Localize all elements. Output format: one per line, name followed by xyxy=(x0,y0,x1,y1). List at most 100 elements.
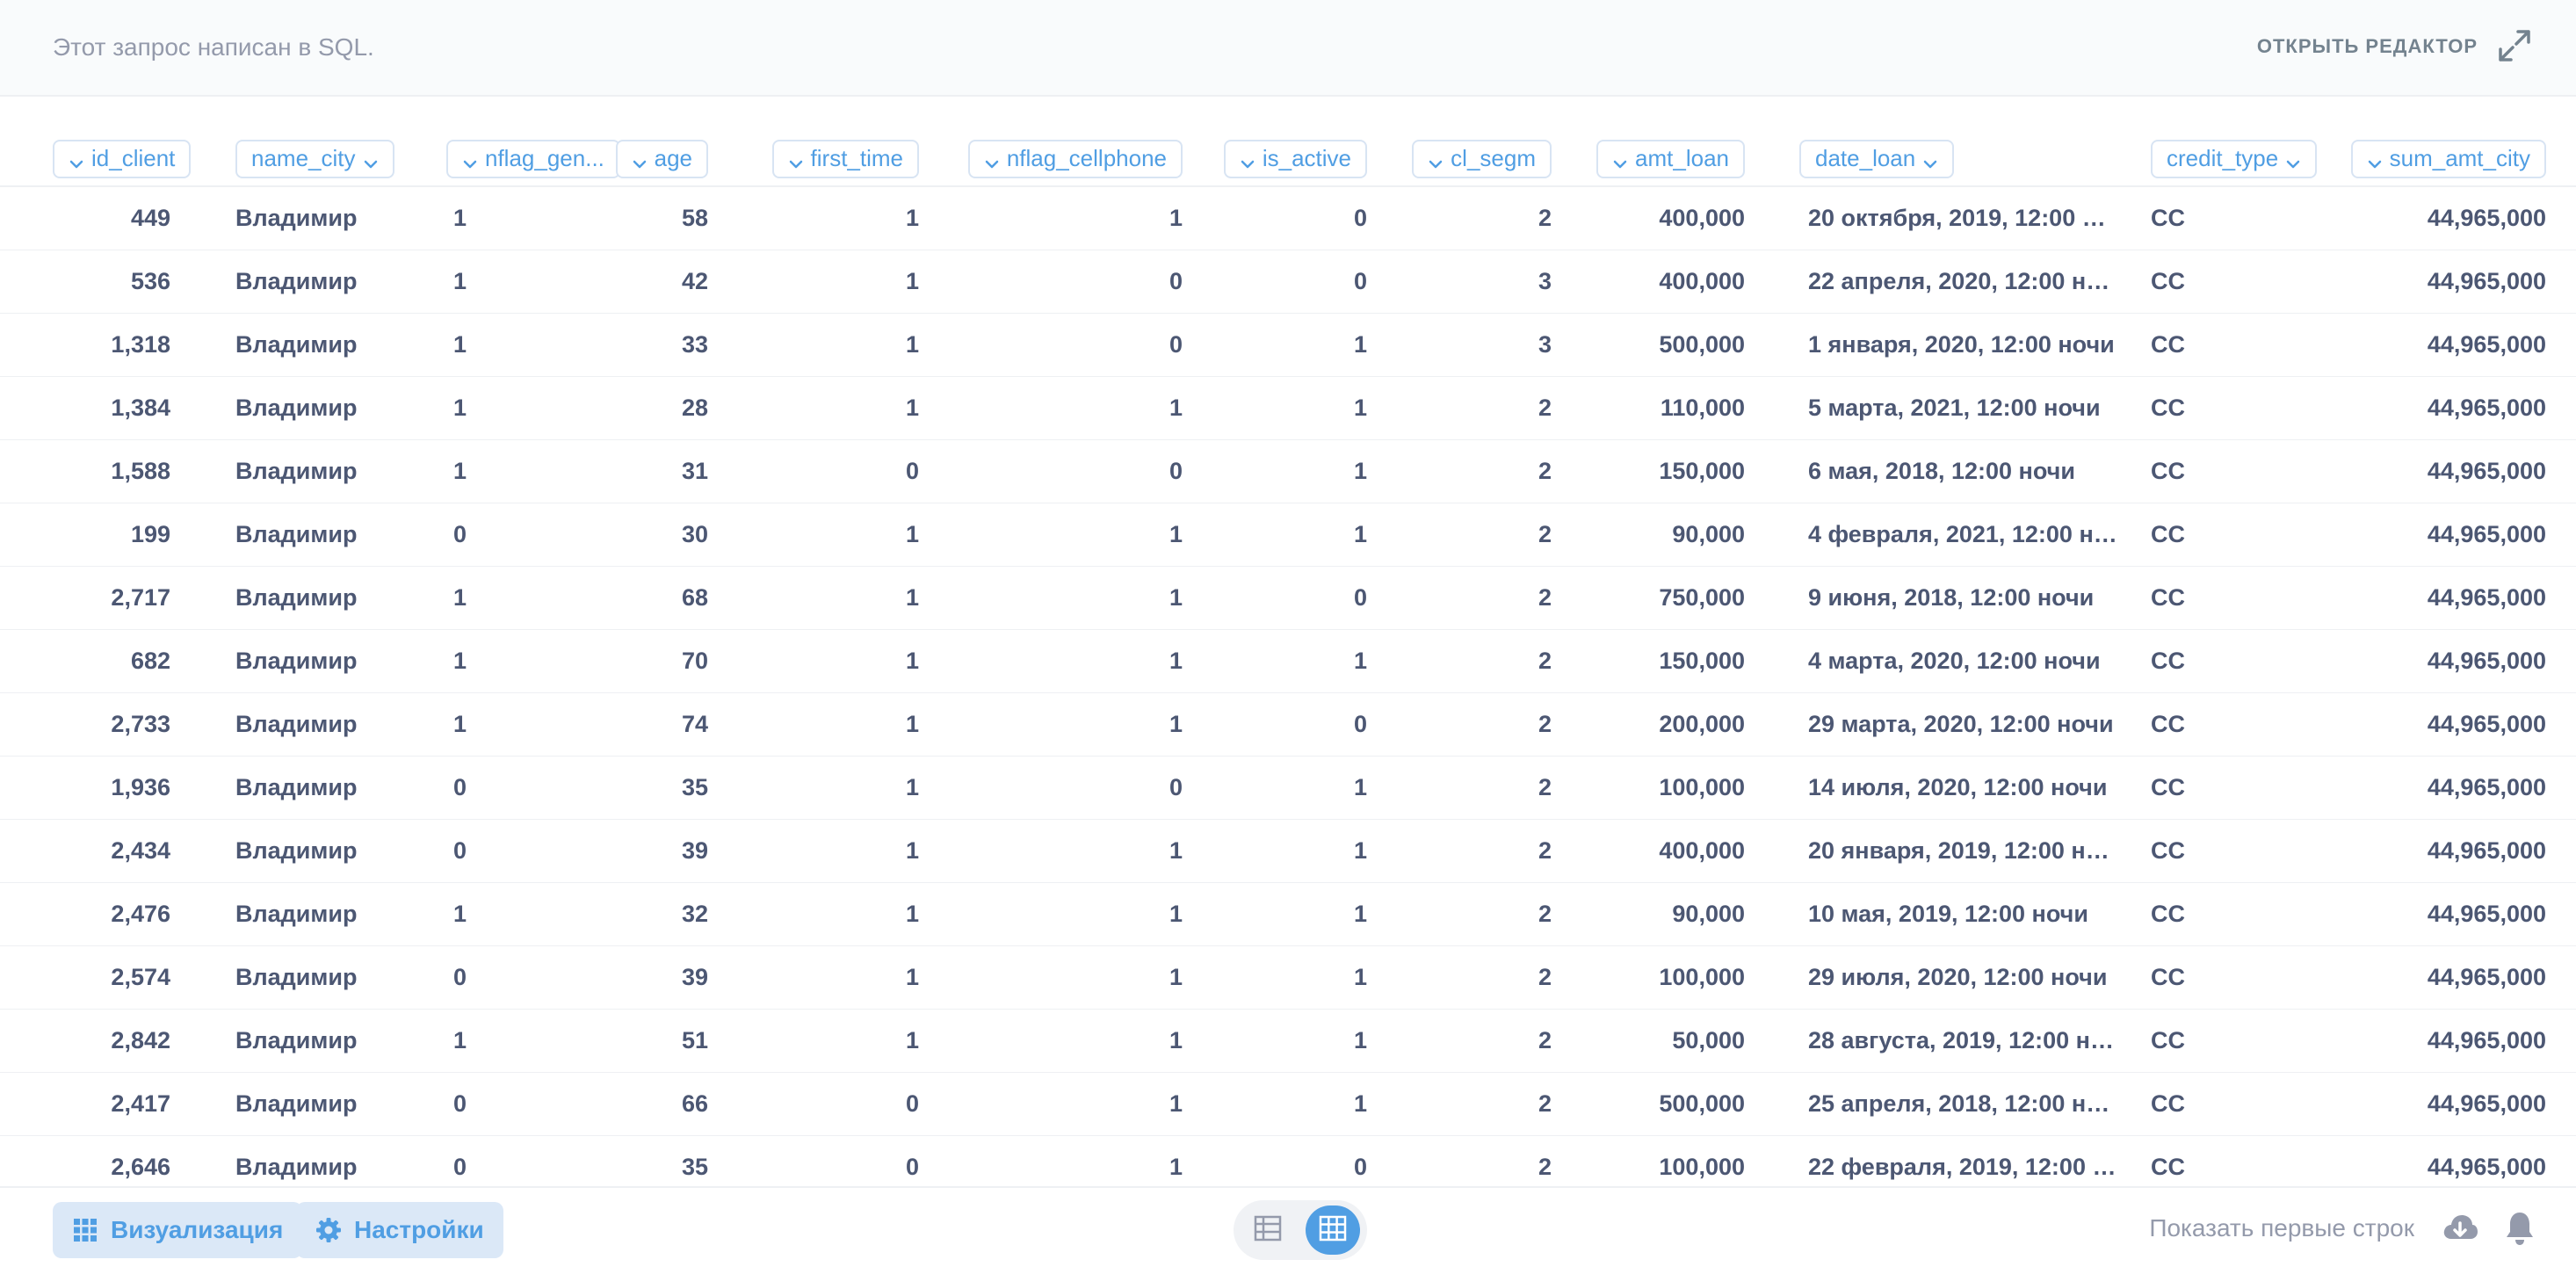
settings-button[interactable]: Настройки xyxy=(296,1202,503,1258)
table-cell[interactable]: 2,717 xyxy=(0,566,211,630)
table-cell[interactable]: 1 xyxy=(1212,945,1397,1010)
table-cell[interactable]: 20 января, 2019, 12:00 ночи xyxy=(1775,819,2126,883)
table-cell[interactable]: 449 xyxy=(0,186,211,250)
table-cell[interactable]: 1 xyxy=(738,376,949,440)
table-cell[interactable]: 44,965,000 xyxy=(2319,186,2576,250)
row-limit-button[interactable]: Показать первые строк xyxy=(2149,1214,2414,1242)
table-cell[interactable]: 30 xyxy=(597,503,738,567)
table-cell[interactable]: 58 xyxy=(597,186,738,250)
grid-view-toggle[interactable] xyxy=(1306,1205,1360,1255)
table-cell[interactable]: 2 xyxy=(1397,566,1581,630)
table-cell[interactable]: 2 xyxy=(1397,629,1581,693)
table-cell[interactable]: 4 марта, 2020, 12:00 ночи xyxy=(1775,629,2126,693)
table-cell[interactable]: CC xyxy=(2126,376,2319,440)
table-cell[interactable]: 2,574 xyxy=(0,945,211,1010)
table-cell[interactable]: 44,965,000 xyxy=(2319,945,2576,1010)
table-row[interactable]: 2,717 Владимир 1 68 1 1 0 2 750,000 9 июня, 2018,… xyxy=(0,566,2576,630)
table-cell[interactable]: 31 xyxy=(597,439,738,503)
table-cell[interactable]: 1 xyxy=(1212,629,1397,693)
table-cell[interactable]: 1 xyxy=(738,186,949,250)
table-cell[interactable]: 44,965,000 xyxy=(2319,692,2576,757)
table-cell[interactable]: Владимир xyxy=(211,250,422,314)
table-cell[interactable]: 0 xyxy=(1212,566,1397,630)
table-cell[interactable]: 28 августа, 2019, 12:00 ночи xyxy=(1775,1009,2126,1073)
table-cell[interactable]: 66 xyxy=(597,1072,738,1136)
table-cell[interactable]: 1 xyxy=(738,629,949,693)
table-cell[interactable]: Владимир xyxy=(211,313,422,377)
table-row[interactable]: 2,842 Владимир 1 51 1 1 1 2 50,000 28 августа, 20… xyxy=(0,1009,2576,1073)
table-cell[interactable]: 100,000 xyxy=(1581,756,1775,820)
column-header-button[interactable]: nflag_cellphone xyxy=(967,139,1183,178)
table-cell[interactable]: 1 xyxy=(1212,1009,1397,1073)
table-row[interactable]: 1,384 Владимир 1 28 1 1 1 2 110,000 5 марта, 2021… xyxy=(0,376,2576,440)
table-cell[interactable]: 1 xyxy=(1212,882,1397,946)
open-editor-link[interactable]: ОТКРЫТЬ РЕДАКТОР xyxy=(2257,35,2478,58)
table-cell[interactable]: 2 xyxy=(1397,1135,1581,1186)
table-cell[interactable]: 2 xyxy=(1397,882,1581,946)
table-cell[interactable]: Владимир xyxy=(211,629,422,693)
table-cell[interactable]: 1 xyxy=(949,186,1212,250)
bell-icon[interactable] xyxy=(2502,1209,2537,1248)
table-cell[interactable]: 150,000 xyxy=(1581,439,1775,503)
table-cell[interactable]: 44,965,000 xyxy=(2319,566,2576,630)
table-cell[interactable]: 1 xyxy=(422,186,597,250)
table-cell[interactable]: 1 xyxy=(422,1009,597,1073)
table-cell[interactable]: 2 xyxy=(1397,439,1581,503)
table-cell[interactable]: 14 июля, 2020, 12:00 ночи xyxy=(1775,756,2126,820)
table-cell[interactable]: 750,000 xyxy=(1581,566,1775,630)
column-header-button[interactable]: amt_loan xyxy=(1596,139,1745,178)
table-cell[interactable]: 500,000 xyxy=(1581,313,1775,377)
table-row[interactable]: 1,588 Владимир 1 31 0 0 1 2 150,000 6 мая, 2018, … xyxy=(0,439,2576,503)
table-cell[interactable]: 44,965,000 xyxy=(2319,503,2576,567)
table-cell[interactable]: 44,965,000 xyxy=(2319,882,2576,946)
table-cell[interactable]: 44,965,000 xyxy=(2319,819,2576,883)
table-cell[interactable]: 50,000 xyxy=(1581,1009,1775,1073)
table-cell[interactable]: 400,000 xyxy=(1581,186,1775,250)
table-cell[interactable]: 1 xyxy=(949,819,1212,883)
table-cell[interactable]: 9 июня, 2018, 12:00 ночи xyxy=(1775,566,2126,630)
table-cell[interactable]: 0 xyxy=(738,439,949,503)
table-cell[interactable]: 2 xyxy=(1397,819,1581,883)
table-cell[interactable]: 150,000 xyxy=(1581,629,1775,693)
column-header-button[interactable]: cl_segm xyxy=(1412,139,1552,178)
table-cell[interactable]: 1 xyxy=(422,566,597,630)
table-cell[interactable]: Владимир xyxy=(211,1009,422,1073)
table-cell[interactable]: 44,965,000 xyxy=(2319,250,2576,314)
table-cell[interactable]: 10 мая, 2019, 12:00 ночи xyxy=(1775,882,2126,946)
table-cell[interactable]: 1 xyxy=(949,692,1212,757)
column-header-button[interactable]: age xyxy=(615,139,708,178)
table-cell[interactable]: CC xyxy=(2126,566,2319,630)
table-cell[interactable]: 2,434 xyxy=(0,819,211,883)
table-row[interactable]: 2,434 Владимир 0 39 1 1 1 2 400,000 20 января, 20… xyxy=(0,819,2576,883)
table-cell[interactable]: CC xyxy=(2126,313,2319,377)
table-cell[interactable]: 1,318 xyxy=(0,313,211,377)
table-cell[interactable]: 35 xyxy=(597,1135,738,1186)
table-cell[interactable]: CC xyxy=(2126,186,2319,250)
column-header-button[interactable]: first_time xyxy=(771,139,919,178)
table-cell[interactable]: 0 xyxy=(422,1072,597,1136)
table-cell[interactable]: Владимир xyxy=(211,945,422,1010)
table-cell[interactable]: 200,000 xyxy=(1581,692,1775,757)
table-cell[interactable]: 6 мая, 2018, 12:00 ночи xyxy=(1775,439,2126,503)
table-cell[interactable]: 44,965,000 xyxy=(2319,439,2576,503)
table-cell[interactable]: Владимир xyxy=(211,692,422,757)
table-row[interactable]: 449 Владимир 1 58 1 1 0 2 400,000 20 октября, 201… xyxy=(0,186,2576,250)
table-cell[interactable]: 1 xyxy=(949,1072,1212,1136)
table-cell[interactable]: CC xyxy=(2126,1072,2319,1136)
table-cell[interactable]: 1,588 xyxy=(0,439,211,503)
table-cell[interactable]: 2,733 xyxy=(0,692,211,757)
table-cell[interactable]: 500,000 xyxy=(1581,1072,1775,1136)
table-cell[interactable]: CC xyxy=(2126,1135,2319,1186)
table-cell[interactable]: 51 xyxy=(597,1009,738,1073)
table-cell[interactable]: 1,936 xyxy=(0,756,211,820)
table-cell[interactable]: 3 xyxy=(1397,250,1581,314)
table-cell[interactable]: 3 xyxy=(1397,313,1581,377)
table-cell[interactable]: 1 xyxy=(949,566,1212,630)
table-cell[interactable]: 68 xyxy=(597,566,738,630)
table-row[interactable]: 682 Владимир 1 70 1 1 1 2 150,000 4 марта, 2020, … xyxy=(0,629,2576,693)
table-cell[interactable]: 110,000 xyxy=(1581,376,1775,440)
table-cell[interactable]: 0 xyxy=(422,819,597,883)
table-cell[interactable]: 32 xyxy=(597,882,738,946)
table-cell[interactable]: Владимир xyxy=(211,503,422,567)
table-cell[interactable]: CC xyxy=(2126,629,2319,693)
